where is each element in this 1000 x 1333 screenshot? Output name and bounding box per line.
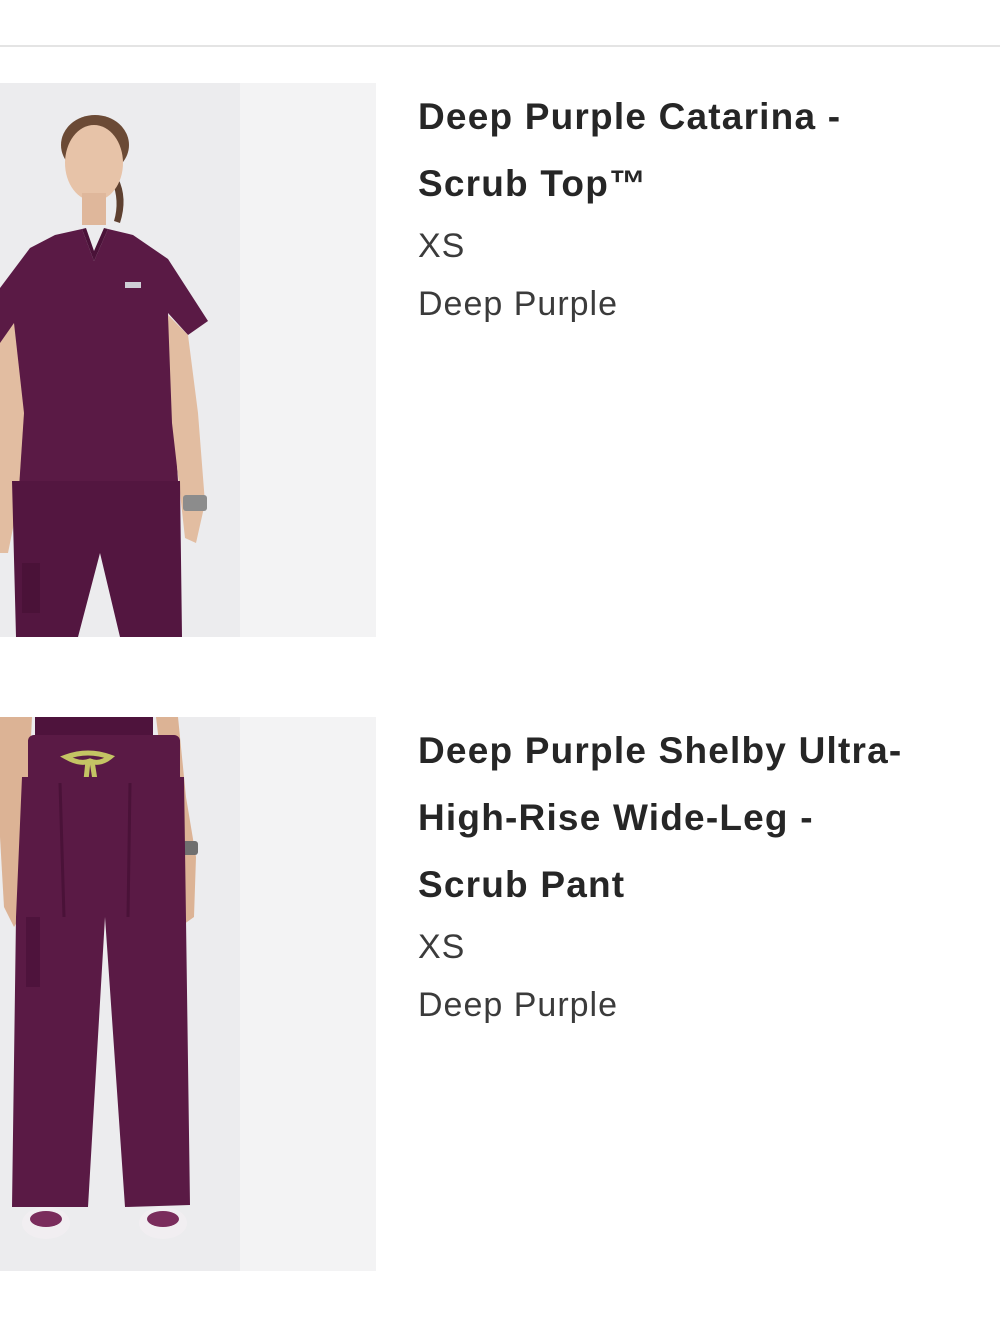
product-title-line: Scrub Pant: [418, 864, 626, 905]
top-divider: [0, 45, 1000, 47]
product-image-scrub-top[interactable]: [0, 83, 376, 637]
cart-item: Deep Purple Catarina - Scrub Top™ XS Dee…: [0, 83, 1000, 637]
product-image-scrub-pant[interactable]: [0, 717, 376, 1271]
scrub-top-photo-illustration: [0, 83, 376, 637]
product-title[interactable]: Deep Purple Shelby Ultra- High-Rise Wide…: [418, 717, 988, 918]
product-title-line: High-Rise Wide-Leg -: [418, 797, 814, 838]
product-color: Deep Purple: [418, 986, 619, 1024]
cart-item-details: Deep Purple Catarina - Scrub Top™ XS Dee…: [418, 83, 988, 333]
product-title-line: Deep Purple Catarina -: [418, 96, 842, 137]
product-title-line: Deep Purple Shelby Ultra-: [418, 730, 903, 771]
product-color: Deep Purple: [418, 285, 619, 323]
cart-item: Deep Purple Shelby Ultra- High-Rise Wide…: [0, 717, 1000, 1271]
scrub-pant-photo-illustration: [0, 717, 376, 1271]
product-title[interactable]: Deep Purple Catarina - Scrub Top™: [418, 83, 988, 217]
cart-item-details: Deep Purple Shelby Ultra- High-Rise Wide…: [418, 717, 988, 1034]
product-size: XS: [418, 928, 466, 966]
product-title-line: Scrub Top™: [418, 163, 648, 204]
product-size: XS: [418, 227, 466, 265]
